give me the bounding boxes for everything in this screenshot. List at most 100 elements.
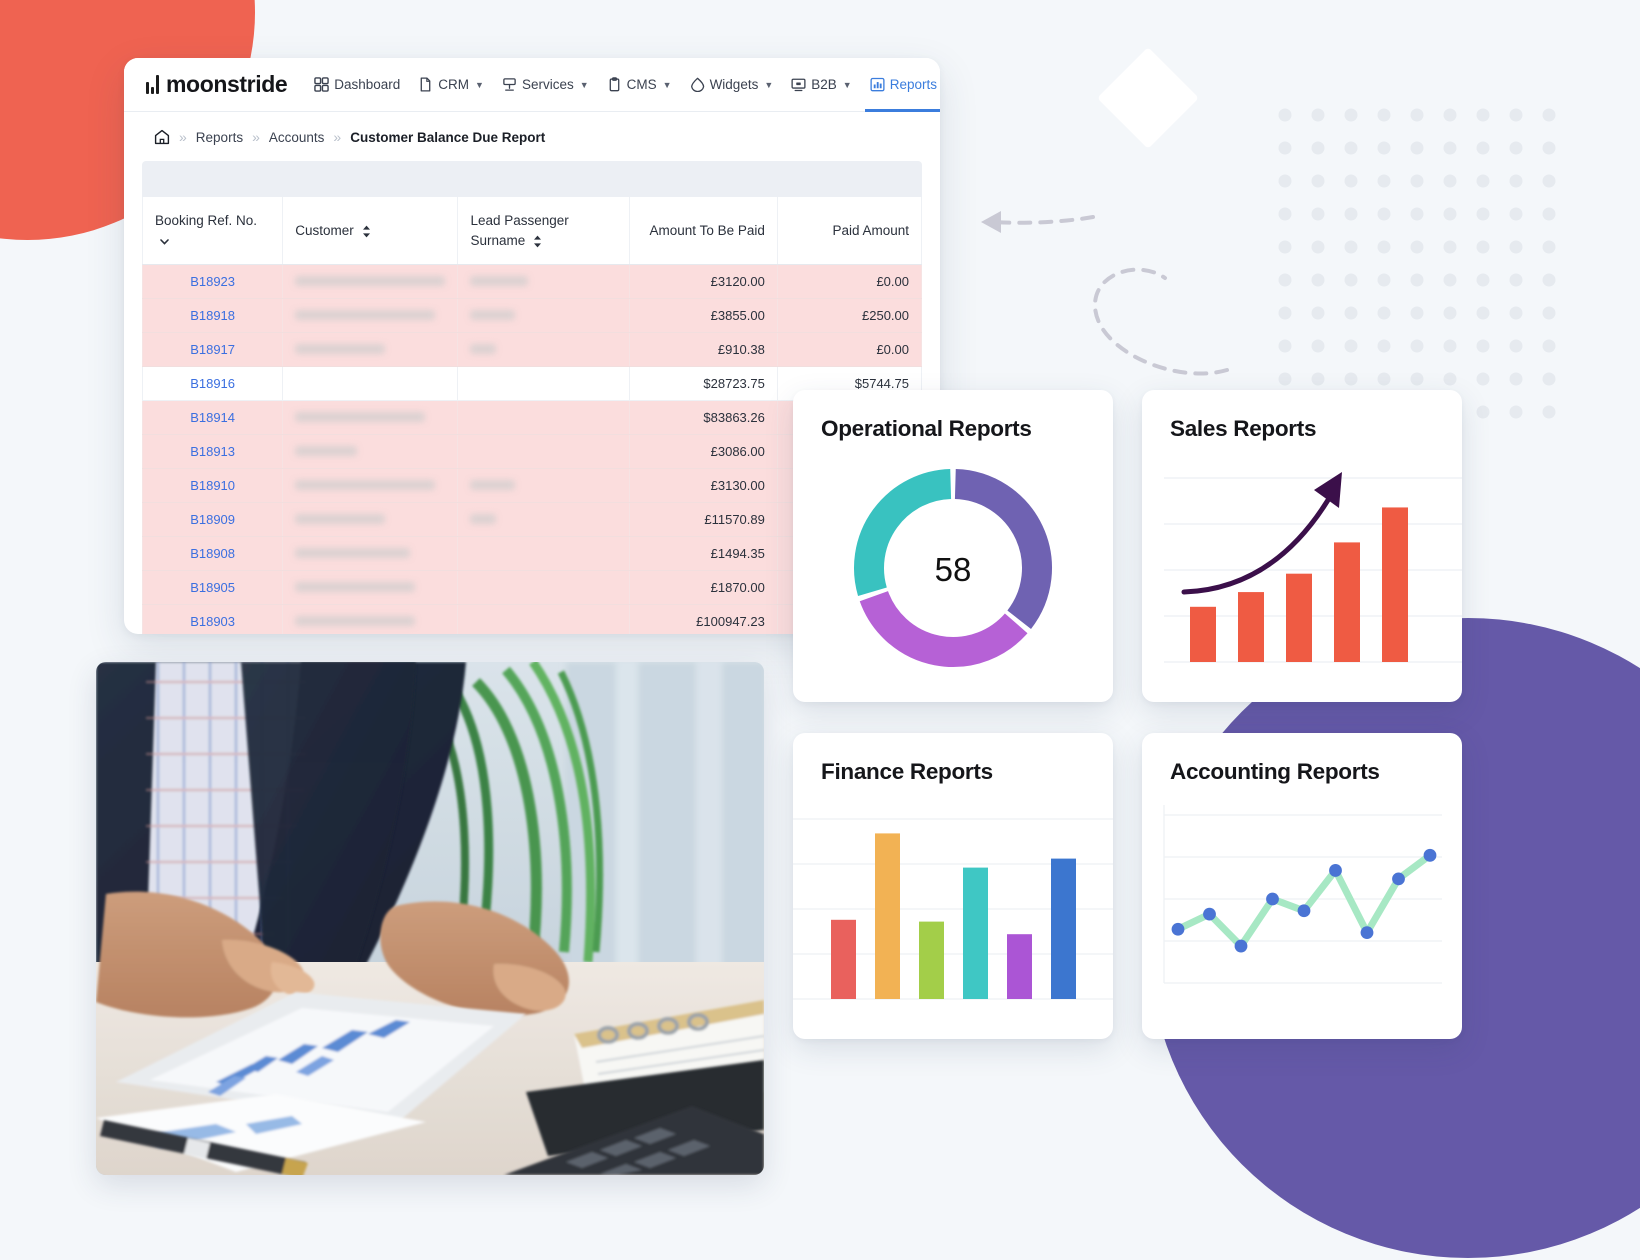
cell-booking-ref[interactable]: B18908 bbox=[141, 536, 284, 572]
card-title: Finance Reports bbox=[821, 759, 993, 784]
nav-item-cms[interactable]: CMS ▼ bbox=[598, 58, 681, 112]
nav-item-dashboard[interactable]: Dashboard bbox=[305, 58, 409, 112]
table-row[interactable]: B18923 £3120.00 £0.00 bbox=[141, 264, 923, 300]
nav-item-reports[interactable]: Reports ▼ bbox=[861, 58, 940, 112]
breadcrumb-item-accounts[interactable]: Accounts bbox=[269, 130, 325, 145]
bar[interactable] bbox=[875, 833, 900, 999]
nav-item-b2b[interactable]: B2B ▼ bbox=[782, 58, 860, 112]
monitor-icon bbox=[791, 78, 806, 92]
cell-booking-ref[interactable]: B18916 bbox=[141, 366, 284, 402]
cell-booking-ref[interactable]: B18917 bbox=[141, 332, 284, 368]
cell-booking-ref[interactable]: B18905 bbox=[141, 570, 284, 606]
bar[interactable] bbox=[831, 919, 856, 999]
data-point[interactable] bbox=[1329, 864, 1342, 877]
bar[interactable] bbox=[1238, 592, 1264, 662]
nav-item-services[interactable]: Services ▼ bbox=[493, 58, 598, 112]
bar[interactable] bbox=[963, 867, 988, 999]
cell-booking-ref[interactable]: B18918 bbox=[141, 298, 284, 334]
cell-customer bbox=[282, 332, 459, 368]
redacted-value bbox=[295, 616, 416, 627]
chevron-down-icon[interactable] bbox=[159, 236, 170, 247]
cell-customer bbox=[282, 536, 459, 572]
data-point[interactable] bbox=[1392, 872, 1405, 886]
cell-customer bbox=[282, 468, 459, 504]
card-sales-reports[interactable]: Sales Reports bbox=[1142, 390, 1462, 702]
data-point[interactable] bbox=[1297, 904, 1311, 918]
cell-booking-ref[interactable]: B18914 bbox=[141, 400, 284, 436]
cell-amount-to-be-paid: £100947.23 bbox=[629, 604, 778, 634]
nav-item-widgets[interactable]: Widgets ▼ bbox=[681, 58, 783, 112]
sort-icon[interactable] bbox=[533, 235, 542, 248]
table-row[interactable]: B18918 £3855.00 £250.00 bbox=[141, 298, 923, 334]
cell-customer bbox=[282, 264, 459, 300]
cell-surname bbox=[457, 264, 630, 300]
col-amount-to-be-paid[interactable]: Amount To Be Paid bbox=[629, 197, 778, 266]
cell-amount-to-be-paid: £3120.00 bbox=[629, 264, 778, 300]
nav-label: B2B bbox=[811, 77, 837, 92]
data-point[interactable] bbox=[1203, 907, 1216, 921]
cell-customer bbox=[282, 298, 459, 334]
cell-amount-to-be-paid: £3855.00 bbox=[629, 298, 778, 334]
donut-chart-svg: 58 bbox=[854, 469, 1052, 667]
donut-segment[interactable] bbox=[859, 590, 1028, 667]
bar[interactable] bbox=[1286, 573, 1312, 662]
col-booking-ref[interactable]: Booking Ref. No. bbox=[141, 197, 284, 266]
top-navbar: moonstride Dashboard CRM ▼ Services ▼ CM… bbox=[124, 58, 940, 112]
table-header-row: Booking Ref. No. Customer Lead Passenger… bbox=[141, 197, 923, 266]
home-icon[interactable] bbox=[154, 129, 170, 145]
finance-bar-chart bbox=[793, 785, 1113, 1026]
cell-surname bbox=[457, 298, 630, 334]
brand-logo[interactable]: moonstride bbox=[146, 71, 288, 98]
card-finance-reports[interactable]: Finance Reports bbox=[793, 733, 1113, 1039]
cell-booking-ref[interactable]: B18913 bbox=[141, 434, 284, 470]
dashed-arrow-decoration bbox=[981, 211, 1229, 376]
redacted-value bbox=[295, 344, 386, 355]
table-row[interactable]: B18917 £910.38 £0.00 bbox=[141, 332, 923, 368]
data-point[interactable] bbox=[1266, 892, 1279, 906]
cell-booking-ref[interactable]: B18910 bbox=[141, 468, 284, 504]
bar[interactable] bbox=[919, 921, 944, 999]
cell-surname bbox=[457, 400, 630, 436]
office-photo bbox=[96, 662, 764, 1175]
redacted-value bbox=[295, 480, 436, 491]
bar[interactable] bbox=[1382, 507, 1408, 662]
nav-label: CMS bbox=[626, 77, 657, 92]
data-point[interactable] bbox=[1423, 848, 1437, 862]
breadcrumb-item-current: Customer Balance Due Report bbox=[350, 129, 546, 145]
bar[interactable] bbox=[1007, 934, 1032, 999]
col-label: Booking Ref. No. bbox=[155, 213, 258, 228]
chevron-down-icon: ▼ bbox=[764, 79, 774, 90]
cell-amount-to-be-paid: £3086.00 bbox=[629, 434, 778, 470]
data-point[interactable] bbox=[1360, 926, 1374, 939]
chevron-down-icon: ▼ bbox=[579, 79, 589, 90]
bar[interactable] bbox=[1334, 542, 1360, 662]
bar[interactable] bbox=[1051, 858, 1076, 999]
data-point[interactable] bbox=[1171, 922, 1185, 936]
breadcrumb-item-reports[interactable]: Reports bbox=[196, 130, 243, 145]
cell-amount-to-be-paid: £910.38 bbox=[629, 332, 778, 368]
nav-item-crm[interactable]: CRM ▼ bbox=[409, 58, 493, 112]
cell-amount-to-be-paid: £3130.00 bbox=[629, 468, 778, 504]
cell-booking-ref[interactable]: B18903 bbox=[141, 604, 284, 634]
page-root: moonstride Dashboard CRM ▼ Services ▼ CM… bbox=[0, 0, 1640, 1260]
cell-amount-to-be-paid: $83863.26 bbox=[629, 400, 778, 436]
cell-booking-ref[interactable]: B18923 bbox=[141, 264, 284, 300]
breadcrumb-separator: » bbox=[179, 129, 187, 145]
card-accounting-reports[interactable]: Accounting Reports bbox=[1142, 733, 1462, 1039]
sales-bar-chart-svg bbox=[1164, 472, 1462, 663]
card-operational-reports[interactable]: Operational Reports 58 bbox=[793, 390, 1113, 702]
cell-surname bbox=[457, 502, 630, 538]
cell-customer bbox=[282, 400, 459, 436]
sort-icon[interactable] bbox=[362, 225, 371, 238]
finance-bar-chart-svg bbox=[793, 818, 1113, 1000]
cell-customer bbox=[282, 570, 459, 606]
cell-surname bbox=[457, 604, 630, 634]
cell-booking-ref[interactable]: B18909 bbox=[141, 502, 284, 538]
redacted-value bbox=[295, 514, 386, 525]
col-paid-amount[interactable]: Paid Amount bbox=[777, 197, 923, 266]
cell-customer bbox=[282, 434, 459, 470]
bar[interactable] bbox=[1190, 606, 1216, 662]
col-customer[interactable]: Customer bbox=[282, 197, 459, 266]
data-point[interactable] bbox=[1234, 939, 1248, 953]
col-lead-passenger-surname[interactable]: Lead Passenger Surname bbox=[457, 197, 630, 266]
